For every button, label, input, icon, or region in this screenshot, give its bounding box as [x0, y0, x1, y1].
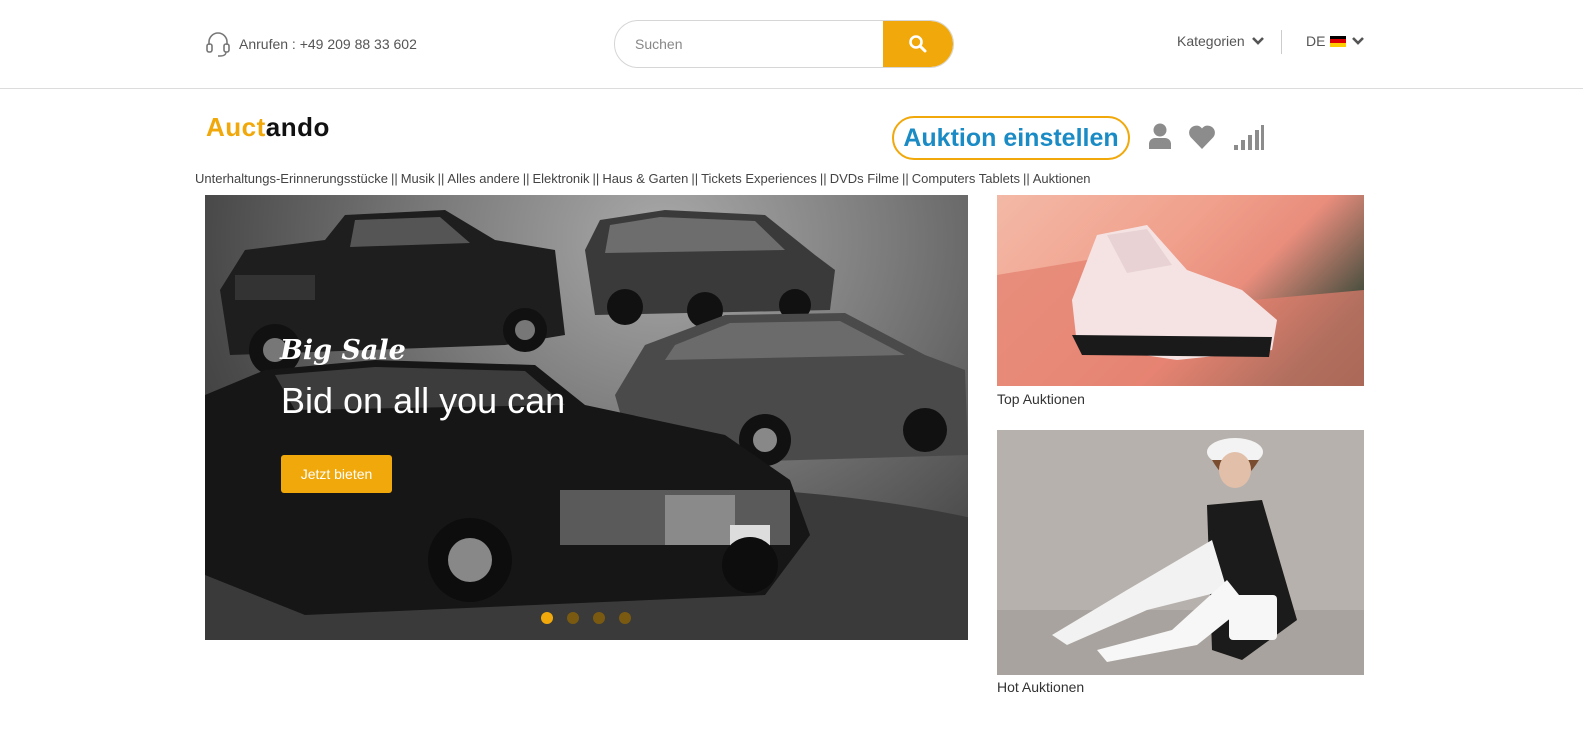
slider-dot[interactable] — [541, 612, 553, 624]
chevron-down-icon — [1352, 37, 1365, 45]
hot-auctions-image[interactable] — [997, 430, 1364, 675]
chevron-down-icon — [1251, 37, 1264, 45]
german-flag-icon — [1330, 35, 1347, 47]
nav-separator: || — [437, 171, 445, 186]
logo-part-1: Auct — [206, 112, 266, 142]
slider-dot[interactable] — [619, 612, 631, 624]
nav-separator: || — [902, 171, 909, 186]
hero-title: Bid on all you can — [281, 380, 566, 421]
heart-icon[interactable] — [1188, 124, 1216, 150]
hot-auctions-link[interactable]: Hot Auktionen — [997, 679, 1084, 695]
slider-dots — [541, 612, 631, 624]
user-icon[interactable] — [1148, 122, 1172, 150]
nav-item[interactable]: DVDs Filme — [830, 171, 899, 186]
nav-item[interactable]: Computers Tablets — [912, 171, 1020, 186]
nav-separator: || — [390, 171, 398, 186]
nav-separator: || — [522, 171, 530, 186]
headset-icon — [206, 32, 230, 57]
sneaker-image — [997, 225, 1364, 386]
site-logo[interactable]: Auctando — [206, 112, 330, 143]
categories-dropdown[interactable]: Kategorien — [1177, 33, 1265, 49]
nav-item[interactable]: Haus & Garten — [602, 171, 688, 186]
search-bar — [614, 20, 954, 68]
hero-subtitle: Big Sale — [280, 335, 406, 366]
divider — [1281, 30, 1282, 54]
nav-separator: || — [691, 171, 699, 186]
create-auction-button[interactable]: Auktion einstellen — [892, 116, 1130, 160]
nav-separator: || — [1022, 171, 1030, 186]
language-label: DE — [1306, 33, 1326, 49]
top-bar: Anrufen : +49 209 88 33 602 Kategorien D… — [0, 0, 1583, 89]
nav-item[interactable]: Musik — [401, 171, 435, 186]
slider-dot[interactable] — [593, 612, 605, 624]
nav-item[interactable]: Tickets Experiences — [701, 171, 817, 186]
model-image — [997, 438, 1364, 675]
nav-item[interactable]: Alles andere — [447, 171, 519, 186]
nav-separator: || — [592, 171, 600, 186]
category-nav: Unterhaltungs-Erinnerungsstücke || Musik ||… — [195, 171, 1091, 186]
nav-item[interactable]: Unterhaltungs-Erinnerungsstücke — [195, 171, 388, 186]
language-dropdown[interactable]: DE — [1306, 33, 1365, 49]
top-auctions-image[interactable] — [997, 195, 1364, 386]
signal-bars-icon[interactable] — [1233, 124, 1265, 151]
search-input[interactable] — [615, 21, 883, 67]
top-auctions-link[interactable]: Top Auktionen — [997, 391, 1085, 407]
slider-dot[interactable] — [567, 612, 579, 624]
nav-item[interactable]: Auktionen — [1033, 171, 1091, 186]
search-button[interactable] — [883, 21, 953, 67]
nav-separator: || — [819, 171, 827, 186]
phone-contact[interactable]: Anrufen : +49 209 88 33 602 — [205, 30, 417, 58]
logo-part-2: ando — [265, 112, 330, 142]
bid-now-button[interactable]: Jetzt bieten — [281, 455, 392, 493]
search-icon — [909, 35, 927, 53]
categories-label: Kategorien — [1177, 33, 1245, 49]
phone-text: Anrufen : +49 209 88 33 602 — [239, 36, 417, 52]
nav-item[interactable]: Elektronik — [532, 171, 589, 186]
